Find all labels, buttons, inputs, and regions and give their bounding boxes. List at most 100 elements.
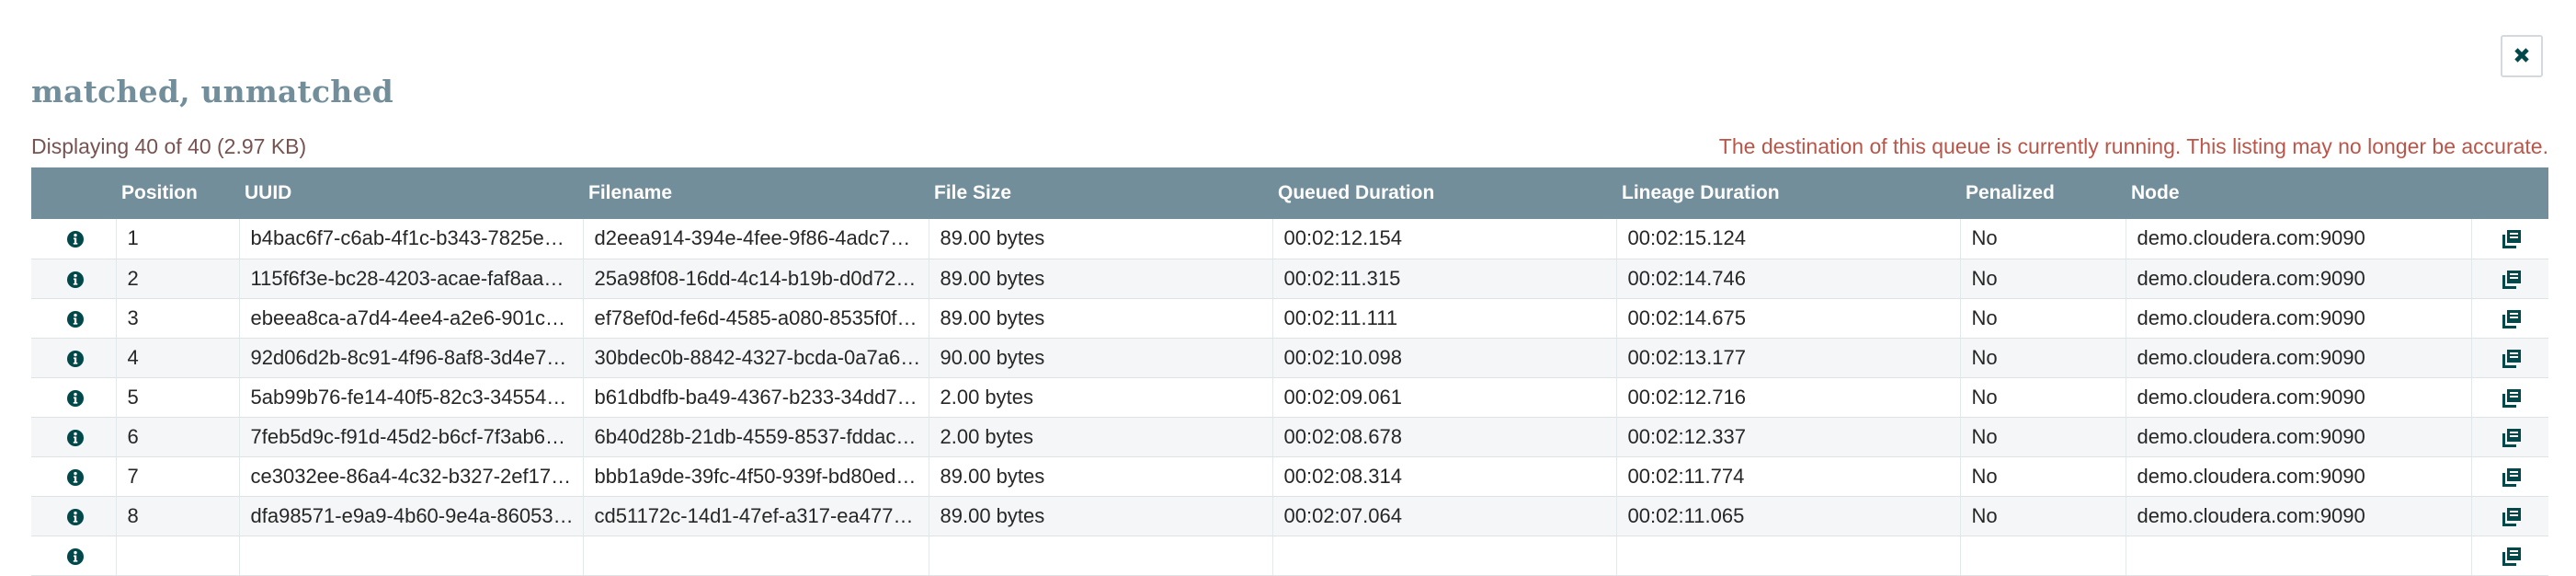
cell-node: demo.cloudera.com:9090 (2126, 377, 2472, 418)
info-icon[interactable] (66, 350, 85, 368)
table-row (31, 536, 2548, 576)
cell-penalized: No (1960, 338, 2126, 378)
cell-queued-duration: 00:02:10.098 (1272, 338, 1617, 378)
cell-penalized: No (1960, 417, 2126, 457)
cell-actions (2471, 417, 2548, 457)
cell-uuid: 92d06d2b-8c91-4f96-8af8-3d4e7c… (239, 338, 584, 378)
provenance-icon[interactable] (2501, 269, 2523, 291)
cell-filename: bbb1a9de-39fc-4f50-939f-bd80eda… (583, 456, 929, 497)
queue-running-warning: The destination of this queue is current… (1718, 134, 2548, 158)
cell-uuid: ce3032ee-86a4-4c32-b327-2ef17c… (239, 456, 584, 497)
cell-position: 1 (116, 219, 240, 259)
cell-file-size: 89.00 bytes (929, 496, 1273, 536)
cell-position: 7 (116, 456, 240, 497)
cell-penalized: No (1960, 259, 2126, 299)
cell-lineage-duration: 00:02:14.746 (1616, 259, 1961, 299)
cell-actions (2471, 259, 2548, 299)
column-header-actions (2471, 167, 2548, 219)
cell-lineage-duration: 00:02:14.675 (1616, 298, 1961, 339)
cell-uuid: 7feb5d9c-f91d-45d2-b6cf-7f3ab6e… (239, 417, 584, 457)
table-header-row: Position UUID Filename File Size Queued … (31, 167, 2548, 219)
cell-info (31, 496, 117, 536)
column-header-penalized[interactable]: Penalized (1960, 167, 2126, 219)
cell-penalized: No (1960, 496, 2126, 536)
info-icon[interactable] (66, 508, 85, 526)
dialog-title: matched, unmatched (31, 74, 393, 109)
info-icon[interactable] (66, 271, 85, 289)
cell-uuid: b4bac6f7-c6ab-4f1c-b343-7825e5… (239, 219, 584, 259)
cell-node: demo.cloudera.com:9090 (2126, 496, 2472, 536)
provenance-icon[interactable] (2501, 308, 2523, 330)
cell-lineage-duration: 00:02:12.716 (1616, 377, 1961, 418)
column-header-filename[interactable]: Filename (583, 167, 929, 219)
cell-node: demo.cloudera.com:9090 (2126, 259, 2472, 299)
column-header-uuid[interactable]: UUID (239, 167, 583, 219)
provenance-icon[interactable] (2501, 427, 2523, 449)
cell-info (31, 298, 117, 339)
cell-node: demo.cloudera.com:9090 (2126, 219, 2472, 259)
cell-penalized: No (1960, 456, 2126, 497)
cell-filename: b61dbdfb-ba49-4367-b233-34dd77… (583, 377, 929, 418)
cell-node: demo.cloudera.com:9090 (2126, 417, 2472, 457)
provenance-icon[interactable] (2501, 506, 2523, 528)
cell-info (31, 219, 117, 259)
info-icon[interactable] (66, 389, 85, 408)
cell-filename (583, 536, 929, 576)
info-icon[interactable] (66, 310, 85, 328)
cell-actions (2471, 219, 2548, 259)
table-row: 4 92d06d2b-8c91-4f96-8af8-3d4e7c… 30bdec0b… (31, 338, 2548, 378)
cell-queued-duration: 00:02:11.111 (1272, 298, 1617, 339)
cell-file-size: 89.00 bytes (929, 298, 1273, 339)
info-icon[interactable] (66, 547, 85, 566)
flowfile-table: Position UUID Filename File Size Queued … (31, 167, 2548, 576)
provenance-icon[interactable] (2501, 467, 2523, 489)
info-icon[interactable] (66, 429, 85, 447)
cell-file-size: 89.00 bytes (929, 259, 1273, 299)
cell-actions (2471, 496, 2548, 536)
cell-uuid: dfa98571-e9a9-4b60-9e4a-860534… (239, 496, 584, 536)
column-header-lineage-duration[interactable]: Lineage Duration (1616, 167, 1960, 219)
column-header-queued-duration[interactable]: Queued Duration (1272, 167, 1616, 219)
cell-file-size (929, 536, 1273, 576)
provenance-icon[interactable] (2501, 546, 2523, 568)
close-icon (2512, 45, 2532, 68)
cell-queued-duration: 00:02:11.315 (1272, 259, 1617, 299)
close-button[interactable] (2501, 35, 2543, 77)
cell-info (31, 259, 117, 299)
cell-lineage-duration (1616, 536, 1961, 576)
provenance-icon[interactable] (2501, 387, 2523, 409)
cell-lineage-duration: 00:02:12.337 (1616, 417, 1961, 457)
cell-node: demo.cloudera.com:9090 (2126, 456, 2472, 497)
cell-node: demo.cloudera.com:9090 (2126, 338, 2472, 378)
cell-queued-duration (1272, 536, 1617, 576)
table-row: 3 ebeea8ca-a7d4-4ee4-a2e6-901c48… ef78ef0d… (31, 298, 2548, 339)
info-icon[interactable] (66, 230, 85, 248)
cell-file-size: 2.00 bytes (929, 377, 1273, 418)
cell-lineage-duration: 00:02:11.065 (1616, 496, 1961, 536)
table-row: 8 dfa98571-e9a9-4b60-9e4a-860534… cd51172c… (31, 496, 2548, 536)
cell-filename: 25a98f08-16dd-4c14-b19b-d0d727… (583, 259, 929, 299)
column-header-file-size[interactable]: File Size (929, 167, 1272, 219)
cell-penalized: No (1960, 377, 2126, 418)
cell-filename: cd51172c-14d1-47ef-a317-ea4773… (583, 496, 929, 536)
cell-file-size: 2.00 bytes (929, 417, 1273, 457)
column-header-position[interactable]: Position (116, 167, 239, 219)
listing-count: Displaying 40 of 40 (2.97 KB) (31, 134, 307, 158)
cell-file-size: 89.00 bytes (929, 456, 1273, 497)
cell-lineage-duration: 00:02:11.774 (1616, 456, 1961, 497)
provenance-icon[interactable] (2501, 228, 2523, 250)
cell-info (31, 456, 117, 497)
cell-queued-duration: 00:02:08.314 (1272, 456, 1617, 497)
cell-lineage-duration: 00:02:15.124 (1616, 219, 1961, 259)
provenance-icon[interactable] (2501, 348, 2523, 370)
column-header-node[interactable]: Node (2126, 167, 2471, 219)
cell-position: 6 (116, 417, 240, 457)
cell-filename: 6b40d28b-21db-4559-8537-fddac0… (583, 417, 929, 457)
cell-file-size: 90.00 bytes (929, 338, 1273, 378)
cell-position: 8 (116, 496, 240, 536)
cell-uuid: 5ab99b76-fe14-40f5-82c3-345549… (239, 377, 584, 418)
cell-actions (2471, 338, 2548, 378)
cell-queued-duration: 00:02:09.061 (1272, 377, 1617, 418)
info-icon[interactable] (66, 468, 85, 487)
cell-filename: d2eea914-394e-4fee-9f86-4adc760… (583, 219, 929, 259)
